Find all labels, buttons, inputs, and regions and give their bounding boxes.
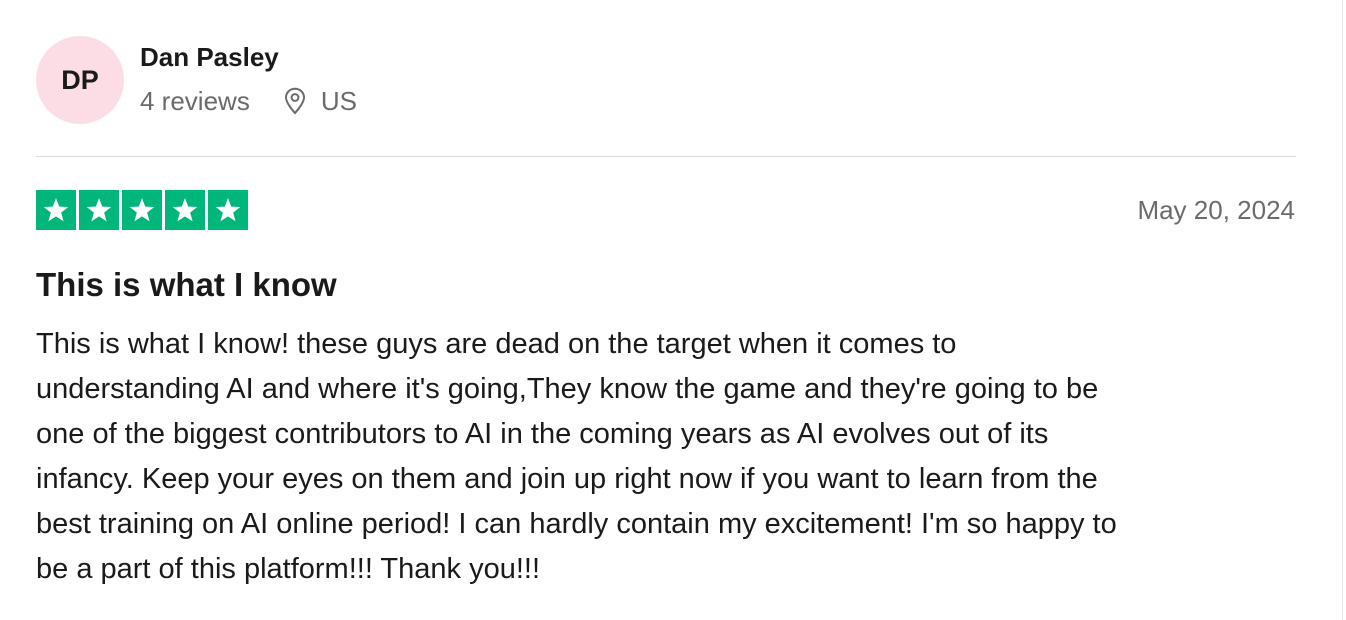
review-body-line: be a part of this platform!!! Thank you!… — [36, 553, 541, 585]
review-body-line: understanding AI and where it's going,Th… — [36, 373, 1099, 405]
reviewer-meta: 4 reviews US — [140, 86, 357, 116]
avatar-initials: DP — [61, 64, 99, 95]
reviewer-name[interactable]: Dan Pasley — [140, 42, 357, 72]
review-body-line: one of the biggest contributors to AI in… — [36, 418, 1049, 450]
review-date: May 20, 2024 — [1137, 195, 1295, 225]
map-pin-icon — [283, 86, 309, 116]
review-card: DP Dan Pasley 4 reviews US May 20, 2024 … — [0, 0, 1346, 620]
star-rating — [36, 190, 248, 230]
divider — [36, 156, 1296, 157]
reviewer-location: US — [283, 86, 357, 116]
review-body-line: best training on AI online period! I can… — [36, 508, 1117, 540]
location-label: US — [320, 86, 357, 116]
avatar[interactable]: DP — [36, 36, 124, 124]
review-body-line: infancy. Keep your eyes on them and join… — [36, 463, 1098, 495]
review-body: This is what I know! these guys are dead… — [36, 322, 1296, 592]
review-title[interactable]: This is what I know — [36, 265, 337, 305]
star-icon — [122, 190, 162, 230]
reviewer-info: Dan Pasley 4 reviews US — [140, 42, 357, 116]
scrollbar-edge — [1342, 0, 1343, 620]
star-icon — [36, 190, 76, 230]
reviews-count: 4 reviews — [140, 86, 250, 116]
star-icon — [79, 190, 119, 230]
review-body-line: This is what I know! these guys are dead… — [36, 328, 957, 360]
star-icon — [165, 190, 205, 230]
star-icon — [208, 190, 248, 230]
